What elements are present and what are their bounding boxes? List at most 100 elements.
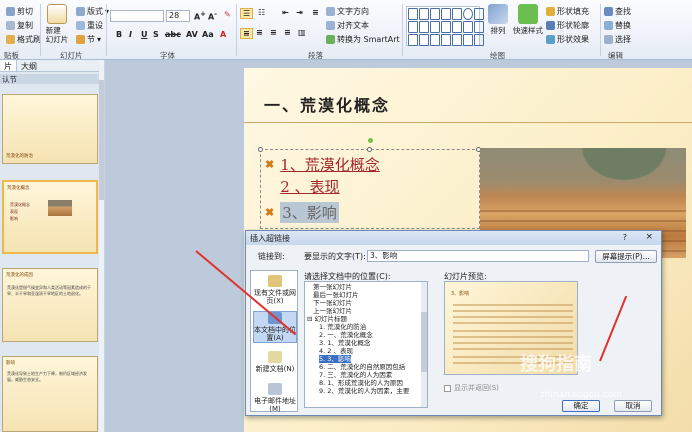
existing-file-button[interactable]: 现有文件或网页(X) <box>253 275 297 305</box>
bullet-item-1[interactable]: ✖ 1、荒漠化概念 <box>265 154 380 175</box>
bullet-item-2[interactable]: ✖2 、表现 <box>265 176 339 197</box>
slide-title[interactable]: 一、荒漠化概念 <box>264 92 390 116</box>
align-right-button[interactable]: ≡ <box>270 28 277 37</box>
help-button[interactable]: ? <box>623 233 627 242</box>
justify-button[interactable]: ≡ <box>284 28 291 37</box>
slide-thumbnail-3[interactable]: 荒漠化的成因 荒漠化是指气候变异和人类活动等因素造成的干旱、半干旱和亚湿润干旱地… <box>2 268 98 342</box>
shape-item[interactable] <box>441 8 451 20</box>
shape-item[interactable] <box>419 34 429 46</box>
shape-item[interactable] <box>463 21 473 33</box>
shape-item[interactable] <box>430 21 440 33</box>
shape-item[interactable] <box>463 34 473 46</box>
new-document-button[interactable]: 新建文档(N) <box>253 351 297 373</box>
tab-outline[interactable]: 大纲 <box>17 60 41 71</box>
resize-handle[interactable] <box>258 147 263 152</box>
underline-button[interactable]: U <box>141 30 148 39</box>
slide-thumbnail-2[interactable]: 荒漠化概念 荒漠化概念 表现 影响 <box>2 180 98 254</box>
resize-handle[interactable] <box>367 147 372 152</box>
numbering-button[interactable]: ☷ <box>258 8 265 17</box>
slide-thumbnail-4[interactable]: 影响 荒漠化导致土地生产力下降，制约区域经济发展，威胁生态安全。 <box>2 356 98 432</box>
section-header[interactable]: 认节 <box>0 74 103 84</box>
tree-item[interactable]: 1. 荒漠化的防治 <box>319 323 366 331</box>
tree-item-selected[interactable]: 5. 3、影响 <box>319 355 351 363</box>
shape-item[interactable] <box>430 34 440 46</box>
tab-slides[interactable]: 片 <box>0 60 17 71</box>
shapes-gallery[interactable] <box>406 6 484 46</box>
shape-item[interactable] <box>463 8 473 20</box>
close-button[interactable]: × <box>645 232 653 242</box>
tree-scrollbar[interactable] <box>421 282 427 407</box>
shape-fill-button[interactable]: 形状填充 <box>546 6 589 17</box>
shape-item[interactable] <box>441 21 451 33</box>
align-center-button[interactable]: ≡ <box>256 28 263 37</box>
bold-button[interactable]: B <box>116 30 122 39</box>
bullet-item-3[interactable]: ✖ 3、影响 <box>265 202 339 223</box>
shape-item[interactable] <box>441 34 451 46</box>
shape-item[interactable] <box>474 21 484 33</box>
tree-item[interactable]: 最后一张幻灯片 <box>313 291 359 299</box>
shadow-button[interactable]: S <box>153 30 159 39</box>
email-address-button[interactable]: 电子邮件地址(M) <box>253 383 297 413</box>
shape-item[interactable] <box>474 8 484 20</box>
panel-scrollbar[interactable] <box>99 60 104 432</box>
tree-item[interactable]: 9. 2、荒漠化的人为因素，主要 <box>319 387 409 395</box>
slide-thumbnail-1[interactable]: 荒漠化的防治 <box>2 94 98 164</box>
tree-item[interactable]: 下一张幻灯片 <box>313 299 352 307</box>
cut-button[interactable]: 剪切 <box>6 6 33 17</box>
ok-button[interactable]: 确定 <box>562 400 600 412</box>
bullets-button[interactable]: ☰ <box>240 8 254 19</box>
align-text-button[interactable]: 对齐文本 <box>326 20 369 31</box>
tree-item[interactable]: 6. 二、荒漠化的自然原因包括 <box>319 363 405 371</box>
shape-item[interactable] <box>408 8 418 20</box>
font-size-input[interactable]: 28 <box>166 10 190 22</box>
tree-item[interactable]: 8. 1、形成荒漠化的人为原因 <box>319 379 403 387</box>
font-name-input[interactable] <box>110 10 164 22</box>
tree-item[interactable]: 3. 1、荒漠化概念 <box>319 339 370 347</box>
layout-button[interactable]: 版式 ▾ <box>76 6 109 17</box>
grow-font-button[interactable]: A+ <box>194 10 206 22</box>
shape-item[interactable] <box>430 8 440 20</box>
align-left-button[interactable]: ≡ <box>240 28 253 39</box>
shape-effects-button[interactable]: 形状效果 <box>546 34 589 45</box>
bullet-textbox[interactable]: ✖ 1、荒漠化概念 ✖2 、表现 ✖ 3、影响 <box>258 147 481 229</box>
line-spacing-button[interactable]: ≡ <box>312 8 319 17</box>
shape-item[interactable] <box>419 8 429 20</box>
new-slide-button[interactable]: 新建 幻灯片 <box>44 4 70 44</box>
find-button[interactable]: 查找 <box>604 6 631 17</box>
tree-item[interactable]: 第一张幻灯片 <box>313 283 352 291</box>
document-place-tree[interactable]: 第一张幻灯片 最后一张幻灯片 下一张幻灯片 上一张幻灯片 ⊟ 幻灯片标题 1. … <box>304 281 428 408</box>
columns-button[interactable]: ▥ <box>298 28 306 37</box>
scroll-thumb[interactable] <box>99 80 104 200</box>
cancel-button[interactable]: 取消 <box>614 400 652 412</box>
shape-item[interactable] <box>452 21 462 33</box>
section-button[interactable]: 节 ▾ <box>76 34 101 45</box>
strikethrough-button[interactable]: abc <box>165 30 181 39</box>
shape-outline-button[interactable]: 形状轮廓 <box>546 20 589 31</box>
tree-item[interactable]: 上一张幻灯片 <box>313 307 352 315</box>
arrange-button[interactable]: 排列 <box>486 4 510 35</box>
replace-button[interactable]: 替换 <box>604 20 631 31</box>
quick-styles-button[interactable]: 快速样式 <box>512 4 544 35</box>
reset-button[interactable]: 重设 <box>76 20 103 31</box>
tree-item[interactable]: ⊟ 幻灯片标题 <box>307 315 347 323</box>
scroll-thumb[interactable] <box>421 312 427 372</box>
decrease-indent-button[interactable]: ⇤ <box>282 8 289 17</box>
checkbox-box[interactable] <box>444 384 451 392</box>
increase-indent-button[interactable]: ⇥ <box>296 8 303 17</box>
tree-item[interactable]: 4. 2 、表现 <box>319 347 353 355</box>
screentip-button[interactable]: 屏幕提示(P)... <box>595 250 657 263</box>
copy-button[interactable]: 复制 <box>6 20 33 31</box>
text-direction-button[interactable]: 文字方向 <box>326 6 369 17</box>
format-painter-button[interactable]: 格式刷 <box>6 34 41 45</box>
shrink-font-button[interactable]: A- <box>208 10 217 22</box>
convert-smartart-button[interactable]: 转换为 SmartArt <box>326 34 400 45</box>
display-text-input[interactable]: 3、影响 <box>367 250 589 262</box>
shape-item[interactable] <box>408 34 418 46</box>
char-spacing-button[interactable]: AV <box>186 30 198 39</box>
shape-item[interactable] <box>419 21 429 33</box>
change-case-button[interactable]: Aa <box>202 30 214 39</box>
clear-format-button[interactable]: ✎ <box>224 10 231 19</box>
shape-item[interactable] <box>452 34 462 46</box>
shape-item[interactable] <box>474 34 484 46</box>
select-button[interactable]: 选择 <box>604 34 631 45</box>
